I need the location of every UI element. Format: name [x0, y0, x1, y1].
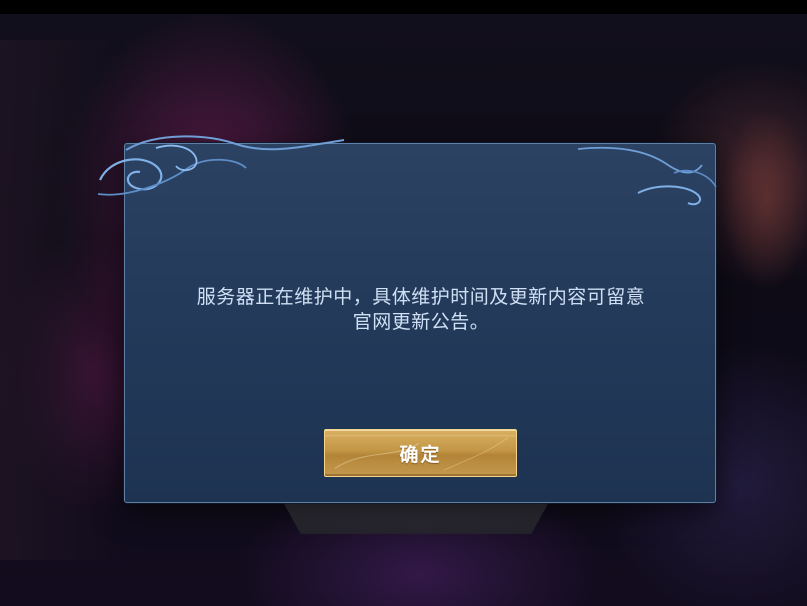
confirm-button-label: 确定 — [399, 443, 442, 466]
confirm-button[interactable]: 确定 — [324, 429, 517, 477]
top-black-bar — [0, 0, 807, 14]
background-plaque — [282, 500, 550, 534]
message-line-1: 服务器正在维护中，具体维护时间及更新内容可留意 — [196, 286, 646, 308]
message-line-2: 官网更新公告。 — [352, 311, 490, 333]
game-screen: 服务器正在维护中，具体维护时间及更新内容可留意 官网更新公告。 确定 — [0, 0, 807, 606]
cloud-swirl-right-icon — [578, 146, 717, 206]
cloud-swirl-left-icon — [97, 135, 345, 196]
maintenance-message: 服务器正在维护中，具体维护时间及更新内容可留意 官网更新公告。 — [125, 285, 717, 335]
background-hero-left — [0, 40, 120, 560]
